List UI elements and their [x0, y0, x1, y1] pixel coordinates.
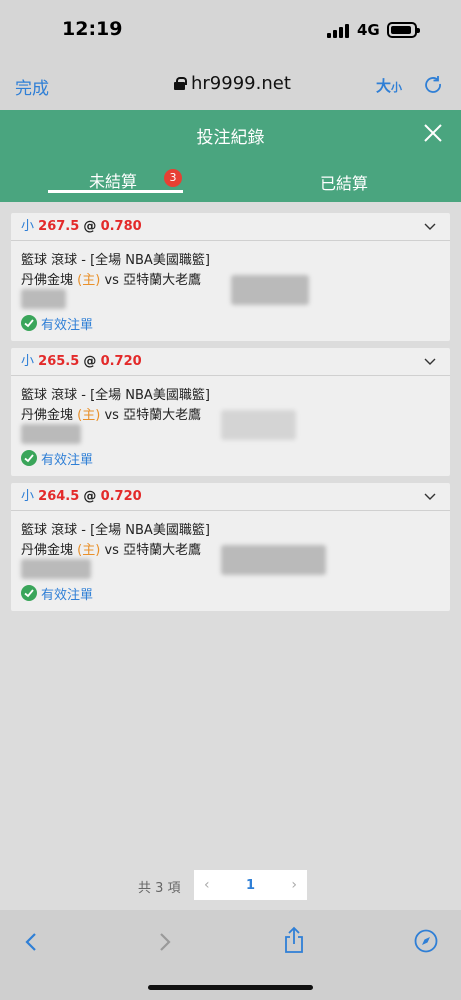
check-circle-icon	[21, 315, 37, 331]
bet-card-body: 籃球 滾球 - [全場 NBA美國職籃] 丹佛金塊 (主) vs 亞特蘭大老鷹 …	[11, 376, 450, 476]
tabs: 未結算 3 已結算	[0, 158, 461, 202]
pager-prev-button[interactable]: ‹	[204, 877, 210, 893]
chevron-down-icon[interactable]	[424, 356, 436, 368]
redacted-area	[21, 545, 440, 583]
compass-icon[interactable]	[414, 929, 438, 953]
home-team: 丹佛金塊	[21, 408, 74, 423]
bet-card-header[interactable]: 小 267.5 @ 0.780	[11, 213, 450, 241]
sport-line: 籃球 滾球 - [全場 NBA美國職籃]	[21, 388, 210, 403]
bet-status: 有效注單	[21, 313, 440, 333]
share-icon[interactable]	[283, 926, 305, 954]
lock-icon	[174, 77, 187, 90]
bet-status: 有效注單	[21, 448, 440, 468]
tab-unsettled[interactable]: 未結算	[89, 168, 137, 192]
bet-odds: 0.720	[100, 354, 142, 369]
pager-next-button[interactable]: ›	[291, 877, 297, 893]
bet-status-text: 有效注單	[41, 317, 94, 333]
home-team: 丹佛金塊	[21, 273, 74, 288]
bet-odds: 0.720	[100, 489, 142, 504]
active-tab-underline	[48, 190, 183, 193]
bet-card: 小 264.5 @ 0.720 籃球 滾球 - [全場 NBA美國職籃] 丹佛金…	[11, 483, 450, 611]
sport-line: 籃球 滾球 - [全場 NBA美國職籃]	[21, 523, 210, 538]
network-label: 4G	[357, 21, 380, 39]
bet-card: 小 267.5 @ 0.780 籃球 滾球 - [全場 NBA美國職籃] 丹佛金…	[11, 213, 450, 341]
total-count: 共 3 項	[138, 881, 181, 896]
away-team: 亞特蘭大老鷹	[123, 408, 202, 423]
bet-at: @	[83, 354, 97, 369]
close-icon[interactable]	[423, 123, 443, 143]
vs-text: vs	[104, 273, 119, 288]
bet-odds: 0.780	[100, 219, 142, 234]
pager: ‹ 1 ›	[194, 870, 307, 900]
home-indicator	[148, 985, 313, 990]
bet-line: 264.5	[38, 489, 80, 504]
check-circle-icon	[21, 450, 37, 466]
bet-card-body: 籃球 滾球 - [全場 NBA美國職籃] 丹佛金塊 (主) vs 亞特蘭大老鷹 …	[11, 511, 450, 611]
bet-card: 小 265.5 @ 0.720 籃球 滾球 - [全場 NBA美國職籃] 丹佛金…	[11, 348, 450, 476]
vs-text: vs	[104, 408, 119, 423]
url-bar[interactable]: hr9999.net	[174, 73, 291, 94]
signal-icon	[327, 24, 351, 38]
chevron-down-icon[interactable]	[424, 221, 436, 233]
bet-line: 265.5	[38, 354, 80, 369]
reload-icon[interactable]	[424, 75, 442, 93]
forward-icon[interactable]	[156, 932, 174, 952]
modal-title: 投注紀錄	[196, 128, 265, 148]
browser-bar: 完成 hr9999.net 大小	[0, 62, 461, 110]
status-time: 12:19	[62, 18, 123, 40]
battery-icon	[387, 22, 420, 38]
status-bar: 12:19 4G	[0, 0, 461, 62]
font-size-button[interactable]: 大小	[376, 75, 402, 96]
modal-header: 投注紀錄	[0, 110, 461, 158]
home-tag: (主)	[77, 408, 101, 423]
bet-card-body: 籃球 滾球 - [全場 NBA美國職籃] 丹佛金塊 (主) vs 亞特蘭大老鷹 …	[11, 241, 450, 341]
bet-card-header[interactable]: 小 265.5 @ 0.720	[11, 348, 450, 376]
pager-current-page[interactable]: 1	[246, 878, 255, 893]
home-team: 丹佛金塊	[21, 543, 74, 558]
url-text: hr9999.net	[191, 73, 291, 94]
back-icon[interactable]	[22, 932, 40, 952]
home-tag: (主)	[77, 273, 101, 288]
unsettled-count-badge: 3	[164, 169, 182, 187]
redacted-area	[21, 275, 440, 313]
bet-status-text: 有效注單	[41, 587, 94, 603]
bet-status-text: 有效注單	[41, 452, 94, 468]
bet-card-header[interactable]: 小 264.5 @ 0.720	[11, 483, 450, 511]
tab-settled[interactable]: 已結算	[320, 170, 368, 194]
check-circle-icon	[21, 585, 37, 601]
bet-side: 小	[21, 219, 35, 234]
bet-at: @	[83, 219, 97, 234]
bet-status: 有效注單	[21, 583, 440, 603]
away-team: 亞特蘭大老鷹	[123, 543, 202, 558]
bet-line: 267.5	[38, 219, 80, 234]
done-button[interactable]: 完成	[15, 74, 49, 99]
redacted-area	[21, 410, 440, 448]
font-size-small: 小	[391, 81, 403, 94]
home-tag: (主)	[77, 543, 101, 558]
vs-text: vs	[104, 543, 119, 558]
bet-at: @	[83, 489, 97, 504]
bet-side: 小	[21, 489, 35, 504]
font-size-big: 大	[376, 77, 392, 95]
away-team: 亞特蘭大老鷹	[123, 273, 202, 288]
bet-side: 小	[21, 354, 35, 369]
sport-line: 籃球 滾球 - [全場 NBA美國職籃]	[21, 253, 210, 268]
chevron-down-icon[interactable]	[424, 491, 436, 503]
